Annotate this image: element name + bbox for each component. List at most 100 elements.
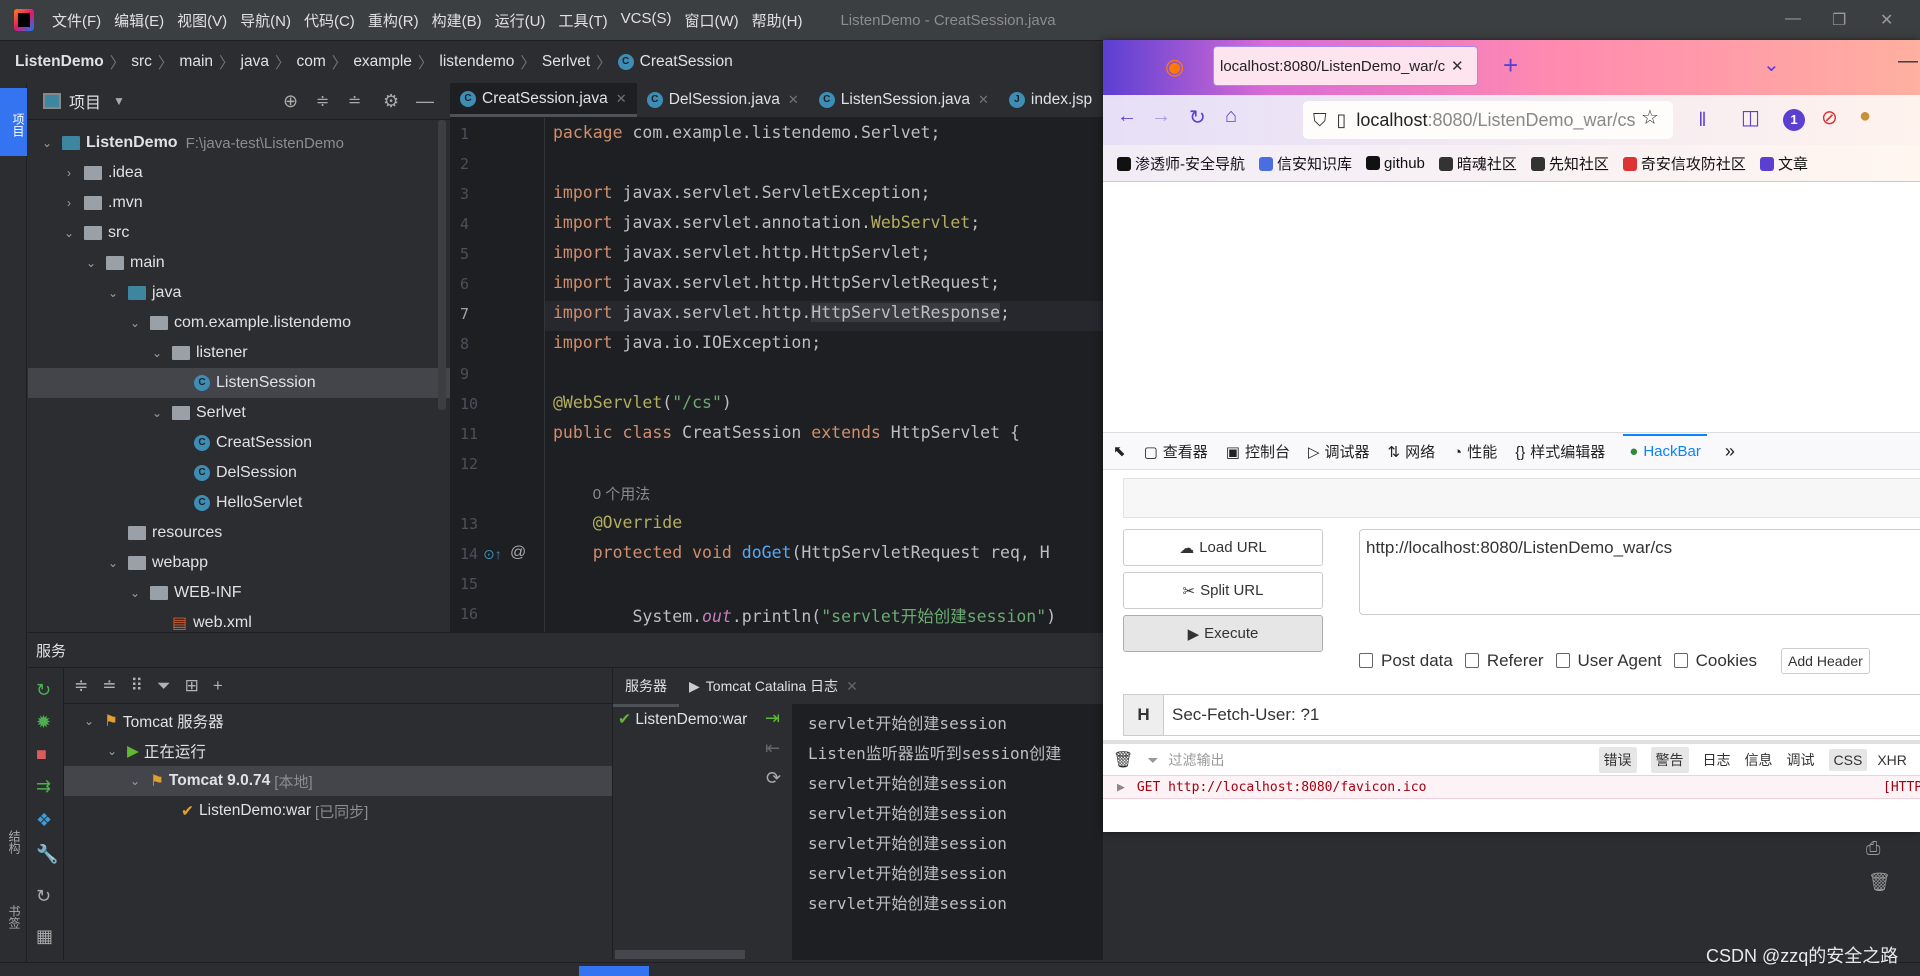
print-icon[interactable]: ⎙ (1866, 838, 1880, 859)
chevron-down-icon[interactable]: ⌄ (150, 406, 164, 420)
breadcrumb-item[interactable]: CreatSession (640, 53, 733, 71)
home-icon[interactable]: ⌂ (1225, 105, 1237, 128)
chevron-down-icon[interactable]: ⌄ (106, 286, 120, 300)
bookmark-item[interactable]: 渗透师-安全导航 (1117, 153, 1245, 174)
log-level-toggle[interactable]: 信息 (1745, 750, 1773, 770)
url-bar[interactable]: ⛉ ▯ localhost:8080/ListenDemo_war/cs (1303, 101, 1673, 139)
breadcrumb-item[interactable]: Serlvet (542, 53, 590, 71)
artifacts-icon[interactable]: ❖ (36, 810, 52, 831)
expand-icon[interactable]: ▶ (1117, 780, 1125, 795)
bookmark-item[interactable]: 信安知识库 (1259, 153, 1352, 174)
add-header-button[interactable]: Add Header (1781, 648, 1870, 674)
tree-item[interactable]: resources (28, 518, 450, 548)
code-line[interactable]: package com.example.listendemo.Serlvet; (553, 123, 940, 142)
forward-icon[interactable]: → (1151, 105, 1171, 128)
add-icon[interactable]: + (213, 676, 223, 696)
horizontal-scrollbar[interactable] (615, 950, 745, 959)
restore-icon[interactable]: ❐ (1832, 10, 1846, 30)
hide-panel-icon[interactable]: — (416, 91, 434, 112)
menu-item[interactable]: 视图(V) (177, 10, 227, 31)
browser-tab[interactable]: localhost:8080/ListenDemo_war/cs ✕ (1213, 46, 1478, 86)
console-log-row[interactable]: ▶ GET http://localhost:8080/favicon.ico … (1103, 775, 1920, 799)
tree-item[interactable]: C DelSession (28, 458, 450, 488)
tree-item[interactable]: ⌄ com.example.listendemo (28, 308, 450, 338)
log-level-toggle[interactable]: 警告 (1650, 747, 1689, 773)
trash-icon[interactable]: 🗑 (1868, 872, 1891, 893)
log-level-toggle[interactable]: 调试 (1787, 750, 1815, 770)
tree-item[interactable]: › .mvn (28, 188, 450, 218)
layout-icon[interactable]: ▦ (36, 926, 53, 947)
execute-button[interactable]: ▶ Execute (1123, 615, 1323, 652)
menu-item[interactable]: 文件(F) (52, 10, 101, 31)
code-line[interactable]: import javax.servlet.annotation.WebServl… (553, 213, 980, 232)
tree-item[interactable]: C HelloServlet (28, 488, 450, 518)
breadcrumb-item[interactable]: com (297, 53, 326, 71)
refresh-icon[interactable]: ↻ (36, 886, 51, 907)
menu-item[interactable]: 导航(N) (240, 10, 291, 31)
code-line[interactable]: public class CreatSession extends HttpSe… (553, 423, 1020, 442)
close-tab-icon[interactable]: ✕ (788, 92, 799, 108)
chevron-down-icon[interactable]: ⌄ (106, 556, 120, 570)
library-icon[interactable]: 𝍪 (1699, 105, 1706, 139)
breadcrumb-item[interactable]: java (241, 53, 269, 71)
close-tab-icon[interactable]: ✕ (978, 92, 989, 108)
gear-icon[interactable]: ⚙ (383, 91, 399, 112)
menu-item[interactable]: 帮助(H) (752, 10, 803, 31)
devtools-tab[interactable]: ⇅ 网络 (1388, 441, 1436, 462)
chevron-right-icon[interactable]: › (62, 166, 76, 180)
code-editor[interactable]: 1 package com.example.listendemo.Serlvet;… (450, 118, 1103, 632)
log-filter-toggle[interactable]: CSS (1828, 749, 1868, 771)
tree-item[interactable]: ⌄ main (28, 248, 450, 278)
checkbox[interactable] (1673, 653, 1688, 668)
expand-all-icon[interactable]: ≑ (74, 676, 88, 696)
service-tree-item[interactable]: ⌄ ⚑ Tomcat 9.0.74 [本地] (64, 766, 612, 796)
chevron-down-icon[interactable]: ⌄ (62, 226, 76, 240)
bookmark-item[interactable]: 暗魂社区 (1438, 153, 1517, 174)
menu-item[interactable]: 窗口(W) (684, 10, 738, 31)
code-line[interactable]: import java.io.IOException; (553, 333, 821, 352)
option-checkbox[interactable]: Post data (1359, 651, 1453, 671)
bookmark-item[interactable]: github (1366, 155, 1425, 172)
header-value[interactable]: Sec-Fetch-User: ?1 (1172, 705, 1319, 725)
chevron-down-icon[interactable]: ⌄ (128, 774, 142, 788)
filter-icon[interactable]: ⏷ (157, 676, 171, 696)
devtools-tab[interactable]: ▷ 调试器 (1308, 441, 1370, 462)
dropdown-icon[interactable]: ▼ (113, 94, 125, 108)
filter-input[interactable]: 过滤输出 (1169, 750, 1599, 770)
chevron-down-icon[interactable]: ⌄ (150, 346, 164, 360)
menu-item[interactable]: 代码(C) (304, 10, 355, 31)
log-level-toggle[interactable]: 错误 (1598, 747, 1637, 773)
editor-tab[interactable]: C ListenSession.java ✕ (809, 83, 999, 117)
tree-item[interactable]: ⌄ WEB-INF (28, 578, 450, 608)
devtools-tab[interactable]: ● HackBar (1623, 433, 1707, 469)
close-tab-icon[interactable]: ✕ (1451, 57, 1464, 75)
project-scrollbar[interactable] (438, 120, 446, 410)
log-url[interactable]: http://localhost:8080/favicon.ico (1168, 780, 1426, 795)
option-checkbox[interactable]: User Agent (1555, 651, 1662, 671)
extension-badge[interactable]: 1 (1783, 109, 1805, 131)
checkbox[interactable] (1464, 653, 1479, 668)
code-line[interactable]: import javax.servlet.ServletException; (553, 183, 931, 202)
chevron-down-icon[interactable]: ⌄ (40, 136, 54, 150)
shield-icon[interactable]: ⛉ (1313, 110, 1327, 131)
bookmark-item[interactable]: 先知社区 (1530, 153, 1609, 174)
code-line[interactable]: import javax.servlet.http.HttpServlet; (553, 243, 931, 262)
menu-item[interactable]: VCS(S) (621, 10, 672, 31)
tree-item[interactable]: ⌄ ListenDemo F:\java-test\ListenDemo (28, 128, 450, 158)
header-row[interactable]: H Sec-Fetch-User: ?1 (1123, 694, 1920, 736)
option-checkbox[interactable]: Cookies (1673, 651, 1757, 671)
split-url-button[interactable]: ✂ Split URL (1123, 572, 1323, 609)
new-tab-icon[interactable]: + (1503, 50, 1518, 81)
breadcrumb-item[interactable]: listendemo (439, 53, 514, 71)
chevron-down-icon[interactable]: ⌄ (105, 744, 119, 758)
bookmark-star-icon[interactable]: ☆ (1641, 105, 1659, 130)
breadcrumb-item[interactable]: ListenDemo (15, 53, 104, 71)
code-line[interactable]: @WebServlet("/cs") (553, 393, 732, 412)
menu-item[interactable]: 重构(R) (368, 10, 419, 31)
close-tab-icon[interactable]: ✕ (846, 678, 858, 695)
menu-item[interactable]: 编辑(E) (114, 10, 164, 31)
close-icon[interactable]: ✕ (1880, 10, 1893, 30)
tree-item[interactable]: ⌄ webapp (28, 548, 450, 578)
blocker-extension-icon[interactable]: ⊘ (1821, 105, 1838, 130)
refresh-icon[interactable]: ⟳ (766, 768, 781, 789)
